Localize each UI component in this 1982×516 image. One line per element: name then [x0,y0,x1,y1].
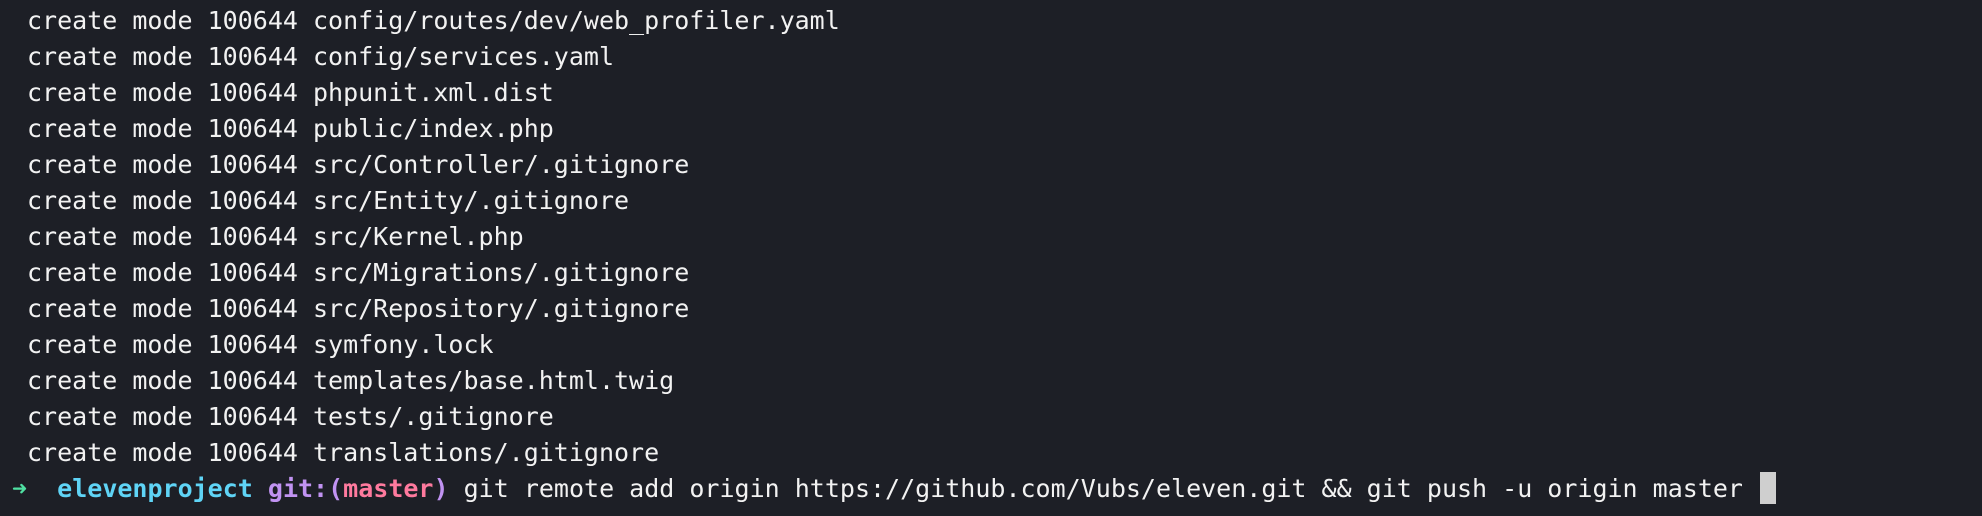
output-line: create mode 100644 tests/.gitignore [27,402,554,431]
output-line: create mode 100644 src/Controller/.gitig… [27,150,690,179]
output-line: create mode 100644 phpunit.xml.dist [27,78,554,107]
terminal-window[interactable]: create mode 100644 config/routes/dev/web… [0,0,1982,516]
output-line: create mode 100644 translations/.gitigno… [27,438,660,467]
command-input[interactable]: git remote add origin https://github.com… [464,474,1743,503]
output-line: create mode 100644 src/Migrations/.gitig… [27,258,690,287]
output-line: create mode 100644 templates/base.html.t… [27,366,675,395]
output-line: create mode 100644 config/services.yaml [27,42,614,71]
output-line: create mode 100644 src/Entity/.gitignore [27,186,630,215]
output-line: create mode 100644 src/Repository/.gitig… [27,294,690,323]
text-cursor [1760,472,1777,504]
output-line: create mode 100644 symfony.lock [27,330,494,359]
output-line: create mode 100644 src/Kernel.php [27,222,524,251]
prompt-directory: elevenproject [57,474,253,503]
prompt-arrow-icon: ➜ [12,474,28,503]
git-prefix: git:( [267,474,344,503]
output-line: create mode 100644 config/routes/dev/web… [27,6,840,35]
command-prompt-line[interactable]: ➜ elevenproject git:(master) git remote … [0,471,1982,507]
git-branch: master [343,474,434,503]
git-suffix: ) [433,474,449,503]
output-line: create mode 100644 public/index.php [27,114,554,143]
